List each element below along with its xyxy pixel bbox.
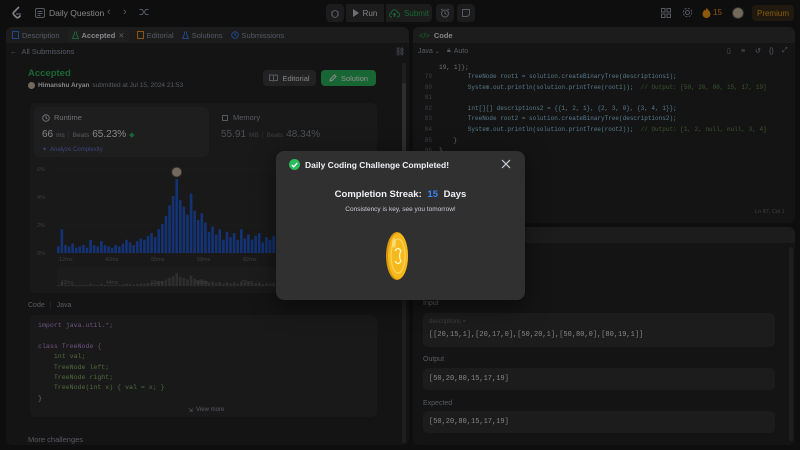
streak-unit: Days [443, 189, 467, 200]
streak-value: 15 [427, 189, 438, 200]
streak-label: Completion Streak: [334, 189, 422, 200]
streak-line: Completion Streak: 15 Days [276, 189, 525, 200]
dialog-message: Consistency is key, see you tomorrow! [345, 206, 456, 213]
challenge-completed-dialog: Daily Coding Challenge Completed! Comple… [276, 151, 525, 300]
check-circle-icon [289, 159, 300, 170]
close-icon[interactable] [499, 157, 513, 171]
gold-coin-icon [384, 231, 410, 283]
dialog-title: Daily Coding Challenge Completed! [305, 160, 450, 170]
